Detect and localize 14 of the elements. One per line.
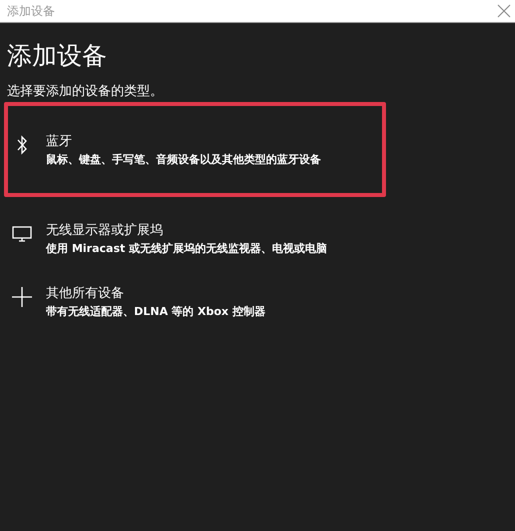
device-option[interactable]: 蓝牙 鼠标、键盘、手写笔、音频设备以及其他类型的蓝牙设备 (4, 102, 386, 197)
option-description: 带有无线适配器、DLNA 等的 Xbox 控制器 (46, 304, 266, 319)
option-label: 其他所有设备 (46, 285, 125, 302)
device-option[interactable]: 其他所有设备 带有无线适配器、DLNA 等的 Xbox 控制器 (4, 280, 386, 323)
option-label: 蓝牙 (46, 133, 73, 150)
device-option[interactable]: 无线显示器或扩展坞 使用 Miracast 或无线扩展坞的无线监视器、电视或电脑 (4, 217, 386, 260)
page-heading: 添加设备 (7, 40, 108, 72)
subtitle: 选择要添加的设备的类型。 (7, 83, 164, 100)
plus-icon (12, 286, 32, 308)
option-description: 鼠标、键盘、手写笔、音频设备以及其他类型的蓝牙设备 (46, 152, 321, 167)
option-label: 无线显示器或扩展坞 (46, 222, 164, 239)
option-description: 使用 Miracast 或无线扩展坞的无线监视器、电视或电脑 (46, 241, 327, 256)
close-button[interactable] (497, 4, 511, 18)
window-title: 添加设备 (7, 2, 55, 20)
